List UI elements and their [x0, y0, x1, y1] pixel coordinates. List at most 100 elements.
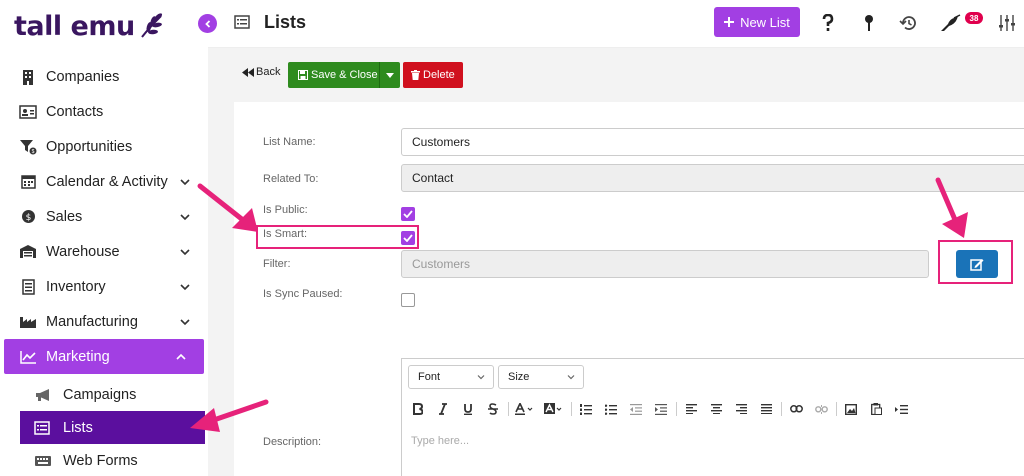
editor-placeholder: Type here... — [411, 435, 470, 447]
save-options-dropdown[interactable] — [379, 62, 400, 88]
sidebar-item-calendar-activity[interactable]: Calendar & Activity — [0, 164, 208, 199]
toolbar-divider — [508, 402, 509, 416]
is-public-checkbox[interactable] — [401, 207, 415, 221]
is-smart-highlight — [256, 225, 419, 249]
sync-paused-label: Is Sync Paused: — [263, 288, 343, 300]
bold-icon[interactable] — [408, 399, 428, 419]
save-close-label: Save & Close — [311, 69, 378, 81]
contact-card-icon — [18, 103, 38, 121]
align-left-icon[interactable] — [681, 399, 701, 419]
history-icon[interactable] — [898, 12, 920, 34]
help-icon[interactable] — [817, 12, 839, 34]
delete-label: Delete — [423, 69, 455, 81]
unlink-icon[interactable] — [811, 399, 831, 419]
sidebar-subitem-label: Web Forms — [63, 452, 138, 469]
underline-icon[interactable] — [458, 399, 478, 419]
size-select[interactable]: Size — [498, 365, 584, 389]
paste-icon[interactable] — [866, 399, 886, 419]
sidebar-item-warehouse[interactable]: Warehouse — [0, 234, 208, 269]
chart-icon — [18, 348, 38, 366]
font-select[interactable]: Font — [408, 365, 494, 389]
funnel-icon: $ — [18, 138, 38, 156]
sidebar-item-companies[interactable]: Companies — [0, 59, 208, 94]
outdent-icon[interactable] — [626, 399, 646, 419]
sidebar-item-contacts[interactable]: Contacts — [0, 94, 208, 129]
sidebar-item-manufacturing[interactable]: Manufacturing — [0, 304, 208, 339]
sidebar-item-label: Inventory — [46, 278, 106, 295]
insert-field-icon[interactable] — [891, 399, 911, 419]
link-icon[interactable] — [786, 399, 806, 419]
sidebar-subitem-label: Lists — [63, 419, 93, 436]
sidebar-item-sales[interactable]: $ Sales — [0, 199, 208, 234]
sidebar-item-opportunities[interactable]: $ Opportunities — [0, 129, 208, 164]
top-bar: Lists New List 38 — [198, 0, 1024, 48]
sync-paused-checkbox[interactable] — [401, 293, 415, 307]
chevron-up-icon — [176, 353, 186, 360]
brand-logo-text: tall emu — [14, 10, 135, 42]
new-list-label: New List — [740, 14, 790, 30]
background-color-icon[interactable] — [542, 399, 566, 419]
related-to-label: Related To: — [263, 173, 319, 185]
chevron-down-icon — [180, 213, 190, 220]
list-page-icon — [234, 15, 250, 34]
edit-filter-highlight — [938, 240, 1013, 284]
is-public-label: Is Public: — [263, 204, 308, 216]
delete-button[interactable]: Delete — [403, 62, 463, 88]
italic-icon[interactable] — [433, 399, 453, 419]
chevron-down-icon — [180, 178, 190, 185]
factory-icon — [18, 313, 38, 331]
align-right-icon[interactable] — [731, 399, 751, 419]
caret-down-icon — [386, 72, 394, 78]
text-color-icon[interactable] — [513, 399, 537, 419]
sidebar-item-label: Manufacturing — [46, 313, 138, 330]
settings-sliders-icon[interactable] — [996, 12, 1018, 34]
filter-input[interactable]: Customers — [401, 250, 929, 278]
sidebar-subitem-lists[interactable]: Lists — [20, 411, 205, 444]
list-name-input[interactable]: Customers — [401, 128, 1024, 156]
notification-badge: 38 — [965, 12, 983, 24]
pin-icon[interactable] — [858, 12, 880, 34]
sidebar-item-label: Calendar & Activity — [46, 173, 168, 190]
sidebar-item-inventory[interactable]: Inventory — [0, 269, 208, 304]
toolbar-divider — [676, 402, 677, 416]
brand-logo[interactable]: tall emu — [14, 8, 165, 44]
chevron-down-icon — [477, 375, 485, 380]
dollar-coin-icon: $ — [18, 208, 38, 226]
font-select-value: Font — [418, 371, 441, 383]
sidebar-nav: Companies Contacts $ Opportunities Calen… — [0, 59, 208, 476]
emu-notifications-icon[interactable] — [939, 12, 963, 34]
save-close-button[interactable]: Save & Close — [288, 62, 379, 88]
calendar-icon — [18, 173, 38, 191]
size-select-value: Size — [508, 371, 530, 383]
sidebar-subitem-campaigns[interactable]: Campaigns — [0, 378, 208, 411]
svg-text:$: $ — [32, 149, 35, 155]
back-arrows-icon — [242, 67, 254, 77]
sidebar-item-label: Warehouse — [46, 243, 120, 260]
align-center-icon[interactable] — [706, 399, 726, 419]
sidebar-item-marketing[interactable]: Marketing — [4, 339, 204, 374]
filter-label: Filter: — [263, 258, 291, 270]
collapse-sidebar-button[interactable] — [198, 14, 217, 33]
list-icon — [34, 420, 56, 435]
page-title: Lists — [264, 12, 307, 32]
indent-icon[interactable] — [651, 399, 671, 419]
chevron-down-icon — [180, 248, 190, 255]
justify-icon[interactable] — [756, 399, 776, 419]
back-button[interactable]: Back — [242, 66, 280, 78]
new-list-button[interactable]: New List — [714, 7, 800, 37]
sidebar-subitem-web-forms[interactable]: Web Forms — [0, 444, 208, 476]
ordered-list-icon[interactable] — [576, 399, 596, 419]
image-icon[interactable] — [841, 399, 861, 419]
list-name-label: List Name: — [263, 136, 316, 148]
chevron-down-icon — [180, 318, 190, 325]
unordered-list-icon[interactable] — [601, 399, 621, 419]
megaphone-icon — [34, 388, 56, 402]
sidebar-item-label: Contacts — [46, 103, 104, 120]
sidebar-item-label: Companies — [46, 68, 120, 85]
sidebar: tall emu Companies Contacts $ Opportunit… — [0, 0, 208, 476]
back-label: Back — [256, 66, 281, 78]
strikethrough-icon[interactable] — [483, 399, 503, 419]
warehouse-icon — [18, 243, 38, 261]
building-icon — [18, 68, 38, 86]
related-to-select[interactable]: Contact — [401, 164, 1024, 192]
